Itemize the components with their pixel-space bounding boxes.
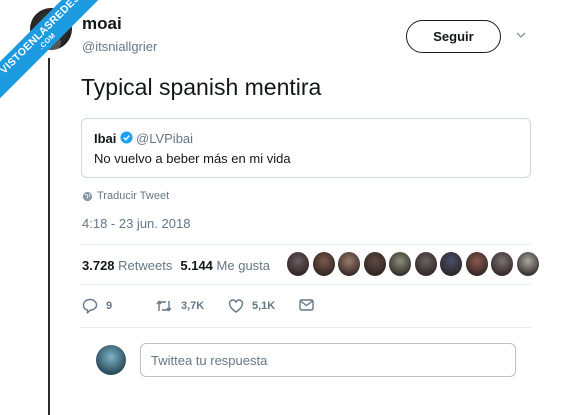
author-handle[interactable]: @itsniallgrier xyxy=(82,39,157,54)
verified-badge-icon xyxy=(120,131,133,144)
retweets-count: 3.728 xyxy=(82,258,115,273)
follow-button[interactable]: Seguir xyxy=(406,20,501,53)
liker-avatar[interactable] xyxy=(491,252,513,276)
retweet-icon xyxy=(156,300,172,312)
liker-avatar[interactable] xyxy=(363,252,386,276)
like-count: 5,1K xyxy=(252,300,276,312)
retweets-label: Retweets xyxy=(118,258,173,273)
liker-avatar[interactable] xyxy=(287,252,309,276)
divider xyxy=(81,327,531,328)
like-action[interactable]: 5,1K xyxy=(228,298,275,314)
retweet-count: 3,7K xyxy=(181,300,205,312)
liker-avatar[interactable] xyxy=(465,252,488,276)
liker-avatar[interactable] xyxy=(440,252,462,276)
quoted-author-name: Ibai xyxy=(94,131,117,146)
translate-label: Traducir Tweet xyxy=(97,190,170,202)
tweet-text: Typical spanish mentira xyxy=(81,74,322,100)
likes-count: 5.144 xyxy=(180,258,213,273)
likes-stat[interactable]: 5.144 Me gusta xyxy=(180,258,270,273)
divider xyxy=(81,244,531,245)
reply-input[interactable] xyxy=(140,343,516,377)
author-display-name[interactable]: moai xyxy=(82,14,122,34)
translate-tweet-link[interactable]: Traducir Tweet xyxy=(82,190,169,202)
quoted-tweet-text: No vuelvo a beber más en mi vida xyxy=(94,151,291,166)
thread-line xyxy=(48,58,50,415)
heart-icon xyxy=(228,299,244,313)
tweet-timestamp[interactable]: 4:18 - 23 jun. 2018 xyxy=(82,216,190,231)
direct-message-action[interactable] xyxy=(299,298,322,312)
liker-avatar[interactable] xyxy=(516,252,539,276)
liker-avatar[interactable] xyxy=(389,252,411,276)
quoted-tweet[interactable]: Ibai @LVPibai No vuelvo a beber más en m… xyxy=(81,118,531,178)
globe-icon xyxy=(82,191,93,201)
watermark-line1: VISTOENLASREDES xyxy=(0,0,83,77)
message-icon xyxy=(299,299,314,311)
reply-action[interactable]: 9 xyxy=(82,298,112,314)
liker-avatar[interactable] xyxy=(414,252,437,276)
reply-count: 9 xyxy=(106,300,113,312)
liker-avatar[interactable] xyxy=(338,252,360,276)
quoted-author-handle: @LVPibai xyxy=(136,131,194,146)
tweet-stats: 3.728 Retweets 5.144 Me gusta xyxy=(82,258,270,273)
retweet-action[interactable]: 3,7K xyxy=(155,298,204,314)
reply-icon xyxy=(82,298,98,314)
liker-avatar[interactable] xyxy=(312,252,335,276)
divider xyxy=(81,284,531,285)
likes-label: Me gusta xyxy=(216,258,271,273)
chevron-down-icon[interactable] xyxy=(516,30,526,40)
user-avatar[interactable] xyxy=(96,345,126,375)
retweets-stat[interactable]: 3.728 Retweets xyxy=(82,258,172,273)
